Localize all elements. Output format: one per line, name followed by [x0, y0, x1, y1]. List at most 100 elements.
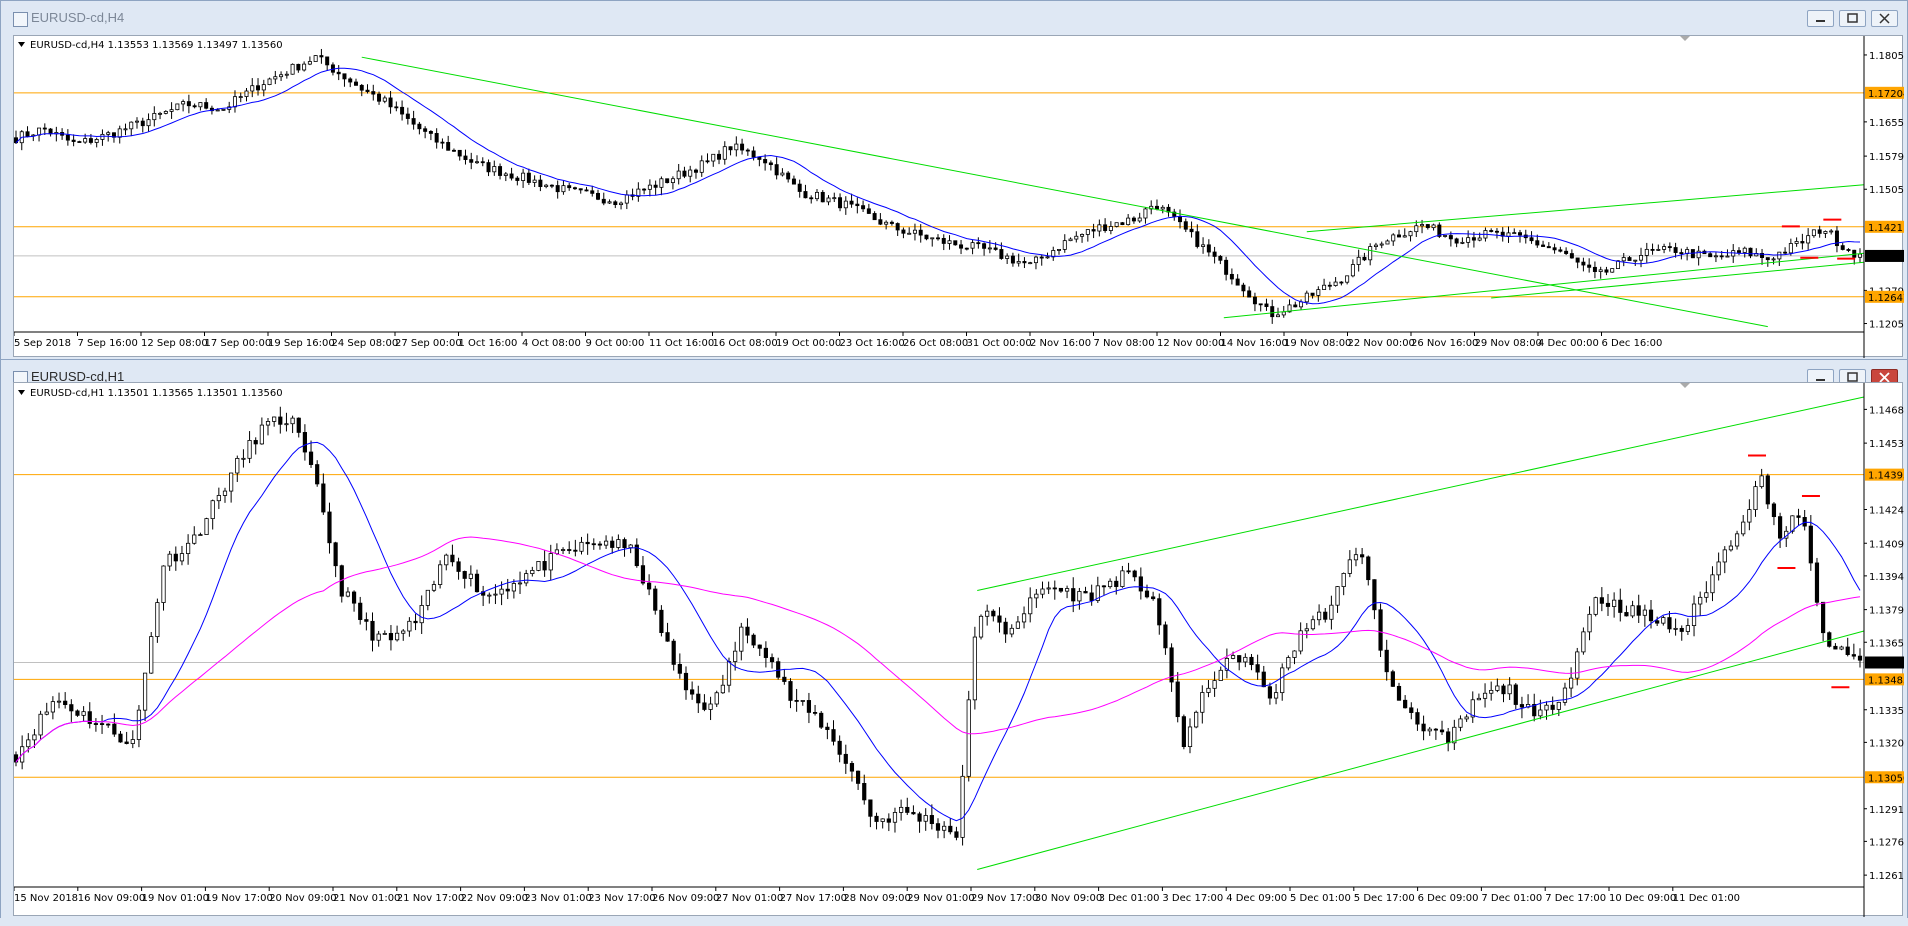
candle-body — [1137, 217, 1142, 222]
candle-body — [1558, 249, 1563, 252]
candle-body — [515, 177, 520, 181]
candle-body — [1390, 671, 1395, 687]
candle-body — [419, 605, 424, 624]
candle-body — [440, 141, 445, 144]
candlestick-chart-h1[interactable]: EURUSD-cd,H1 1.13501 1.13565 1.13501 1.1… — [14, 383, 1904, 917]
chart-window-h1[interactable]: EURUSD-cd,H1 EURUSD-cd,H1 1.13501 1.1356… — [0, 359, 1908, 921]
candle-body — [444, 554, 449, 566]
candle-body — [1627, 257, 1632, 261]
candle-body — [1114, 580, 1119, 587]
candle-body — [215, 109, 220, 112]
candle-body — [521, 172, 526, 181]
price-axis-label: 1.13560 — [1868, 252, 1904, 263]
candle-body — [353, 81, 358, 86]
candle-body — [1280, 667, 1285, 694]
candle-body — [757, 644, 762, 649]
candle-body — [1811, 229, 1816, 237]
candle-body — [1845, 646, 1850, 655]
candle-body — [123, 128, 128, 131]
candle-body — [26, 739, 31, 748]
candle-body — [1777, 251, 1782, 260]
candle-body — [1068, 238, 1073, 242]
candle-body — [1345, 275, 1350, 283]
candle-body — [1368, 246, 1373, 261]
time-axis-label: 19 Nov 08:00 — [1284, 338, 1351, 349]
chart-window-h4[interactable]: EURUSD-cd,H4 EURUSD-cd,H4 1.13553 1.1356… — [0, 0, 1908, 362]
candle-body — [241, 457, 246, 460]
candle-body — [1794, 241, 1799, 244]
candle-body — [1621, 257, 1626, 262]
candle-body — [561, 185, 566, 193]
candle-body — [1765, 475, 1770, 505]
candle-body — [1385, 240, 1390, 245]
candle-body — [1229, 273, 1234, 280]
candle-body — [238, 96, 243, 98]
candle-body — [377, 93, 382, 102]
candle-body — [1183, 221, 1188, 230]
candle-body — [1189, 228, 1194, 233]
candle-body — [50, 701, 55, 713]
candle-body — [1261, 671, 1266, 688]
candle-body — [982, 243, 987, 249]
candle-body — [538, 179, 543, 187]
candle-body — [1569, 253, 1574, 259]
candle-body — [425, 589, 430, 606]
candle-body — [720, 684, 725, 694]
candle-body — [584, 189, 589, 192]
candle-body — [438, 564, 443, 585]
price-axis-label: 1.12615 — [1869, 871, 1904, 882]
candle-body — [358, 602, 363, 620]
window-titlebar[interactable]: EURUSD-cd,H4 — [1, 1, 1907, 37]
candle-body — [505, 588, 510, 592]
candle-body — [1241, 284, 1246, 292]
candle-body — [222, 490, 228, 496]
price-chart-h4[interactable]: EURUSD-cd,H4 1.13553 1.13569 1.13497 1.1… — [13, 35, 1904, 358]
chart-shift-marker — [1680, 36, 1690, 41]
price-axis-label: 1.15790 — [1869, 152, 1904, 163]
candle-body — [1273, 692, 1279, 699]
candle-body — [359, 84, 364, 91]
candle-body — [567, 185, 572, 189]
close-button[interactable] — [1871, 10, 1898, 27]
candle-body — [1581, 631, 1586, 653]
candle-body — [1495, 685, 1500, 691]
candle-body — [1575, 257, 1580, 263]
candle-body — [1108, 580, 1113, 588]
candle-body — [1599, 597, 1604, 604]
candle-body — [1080, 234, 1085, 237]
candle-body — [1546, 246, 1551, 249]
candle-body — [1587, 264, 1592, 268]
candle-body — [1624, 612, 1629, 617]
candle-body — [803, 191, 808, 199]
candle-body — [1593, 597, 1598, 615]
candle-body — [1218, 669, 1223, 681]
candle-body — [75, 710, 80, 716]
candle-body — [717, 153, 722, 160]
price-chart-h1[interactable]: EURUSD-cd,H1 1.13501 1.13565 1.13501 1.1… — [13, 382, 1904, 917]
minimize-button[interactable] — [1807, 10, 1834, 27]
candle-body — [1433, 728, 1438, 731]
candle-body — [1598, 269, 1603, 272]
candle-body — [991, 610, 996, 617]
candle-body — [1618, 599, 1623, 613]
candle-body — [1040, 588, 1045, 595]
candle-body — [1154, 205, 1159, 210]
candle-body — [1181, 716, 1186, 748]
candlestick-chart-h4[interactable]: EURUSD-cd,H4 1.13553 1.13569 1.13497 1.1… — [14, 36, 1904, 358]
candle-body — [1736, 250, 1741, 253]
candle-body — [970, 242, 975, 249]
candle-body — [1771, 503, 1777, 518]
candle-body — [210, 500, 215, 520]
time-axis-label: 27 Nov 17:00 — [780, 893, 847, 904]
candle-body — [88, 138, 93, 143]
candle-body — [229, 472, 234, 492]
maximize-button[interactable] — [1839, 10, 1866, 27]
candle-body — [1581, 261, 1586, 266]
candle-body — [1396, 685, 1402, 701]
candle-body — [371, 91, 376, 95]
time-axis-label: 6 Dec 09:00 — [1418, 893, 1479, 904]
time-axis-label: 7 Dec 01:00 — [1481, 893, 1542, 904]
candle-body — [1218, 256, 1223, 261]
candle-body — [560, 549, 566, 551]
candle-body — [32, 734, 37, 741]
